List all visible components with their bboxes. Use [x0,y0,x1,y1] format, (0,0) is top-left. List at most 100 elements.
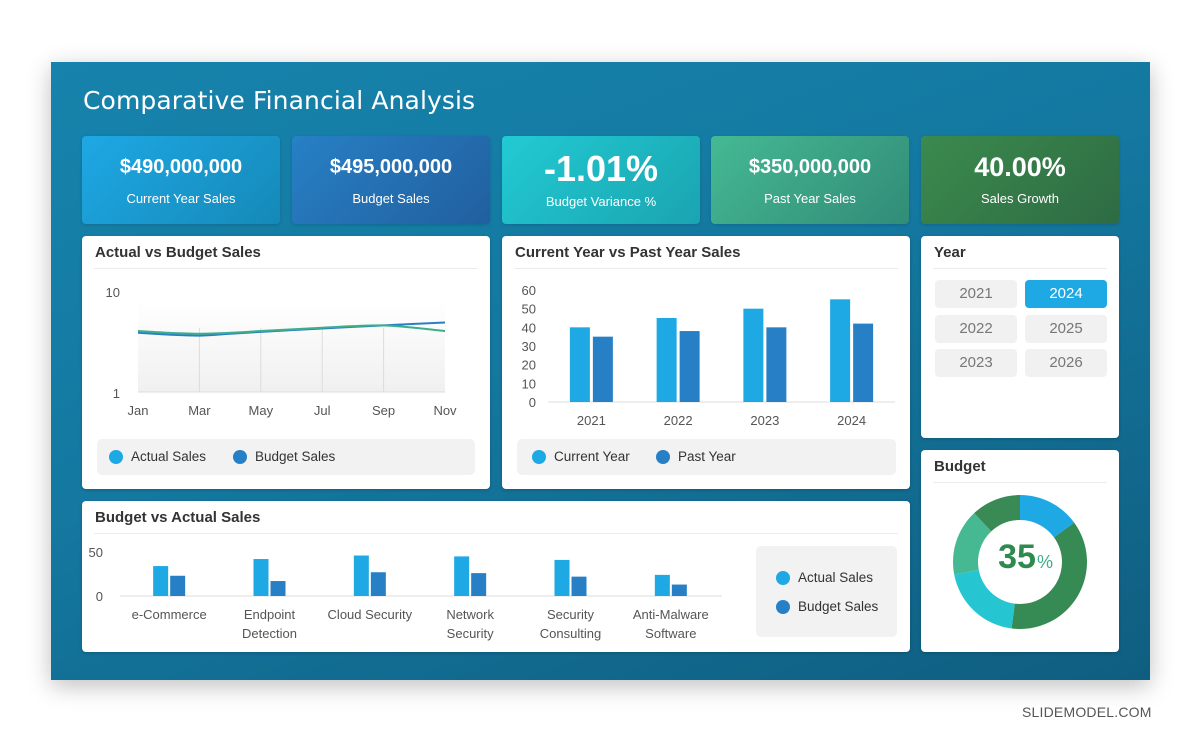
budget-vs-actual-card: Budget vs Actual Sales 0 50 e-Commerce Endp… [82,501,910,652]
x-tick-label: Jan [128,403,149,418]
x-tick-label: Jul [314,403,331,418]
legend-dot-icon [656,449,670,464]
card-title: Current Year vs Past Year Sales [515,244,741,261]
donut-slice [954,569,1015,629]
x-tick-label: 2022 [664,413,693,428]
legend-dot-icon [109,449,123,464]
y-tick-label: 10 [522,376,536,391]
bar-actual-sales [654,574,670,596]
bar-past-year [592,336,613,402]
budget-vs-actual-chart: 0 50 e-Commerce Endpoint Detection Cloud Secu… [89,545,722,641]
bar-budget-sales [170,575,186,596]
x-tick-label: e-Commerce [132,607,207,622]
y-tick-label: 40 [522,320,536,335]
card-title: Budget vs Actual Sales [95,509,261,526]
card-title: Budget [934,458,986,475]
y-tick-label: 0 [529,395,536,410]
year-button-2021[interactable]: 2021 [935,280,1017,308]
x-tick-label: May [249,403,274,418]
kpi-value: -1.01% [543,148,659,189]
budget-card: Budget 35 % [921,450,1119,652]
year-button-2022[interactable]: 2022 [935,315,1017,343]
kpi-label: Budget Variance % [545,194,657,209]
bar-actual-sales [454,556,470,596]
donut-center-value: 35 [998,538,1036,576]
legend-label: Current Year [554,449,630,464]
bar-past-year [853,323,874,402]
y-tick-label: 50 [89,545,103,560]
divider [933,268,1107,269]
actual-vs-budget-card: Actual vs Budget Sales Jan Mar May Jul Sep No… [82,236,490,489]
year-button-2025[interactable]: 2025 [1025,315,1107,343]
y-tick-label: 1 [113,386,120,401]
bar-budget-sales [571,576,587,596]
legend-dot-icon [532,449,546,464]
legend-item-past-year[interactable]: Past Year [656,449,736,464]
budget-vs-actual-legend: Actual Sales Budget Sales [756,546,897,637]
legend-item-current-year[interactable]: Current Year [532,449,630,464]
legend-label: Budget Sales [255,449,336,464]
bar-current-year [569,327,590,402]
kpi-label: Current Year Sales [126,191,236,206]
legend-label: Past Year [678,449,736,464]
kpi-budget-sales: $495,000,000 Budget Sales [292,136,490,224]
legend-item-budget[interactable]: Budget Sales [233,449,335,464]
bar-current-year [743,308,764,402]
year-button-2024[interactable]: 2024 [1025,280,1107,308]
x-tick-label: Sep [372,403,395,418]
bar-current-year [830,299,851,402]
kpi-budget-variance: -1.01% Budget Variance % [502,136,700,224]
legend-item-actual[interactable]: Actual Sales [776,570,873,585]
kpi-sales-growth: 40.00% Sales Growth [921,136,1119,224]
legend-dot-icon [776,599,790,614]
kpi-past-year-sales: $350,000,000 Past Year Sales [711,136,909,224]
kpi-current-year-sales: $490,000,000 Current Year Sales [82,136,280,224]
y-tick-label: 20 [522,358,536,373]
bar-actual-sales [353,555,369,596]
y-tick-label: 0 [96,589,103,604]
y-tick-label: 30 [522,339,536,354]
bar-budget-sales [471,573,487,596]
bar-actual-sales [253,559,269,596]
legend-label: Actual Sales [798,570,874,585]
kpi-value: 40.00% [974,152,1066,182]
donut-center-unit: % [1037,552,1053,572]
kpi-value: $490,000,000 [119,156,243,178]
x-tick-label: Detection [242,626,297,641]
legend-label: Budget Sales [798,599,879,614]
year-button-2023[interactable]: 2023 [935,349,1017,377]
kpi-label: Sales Growth [980,191,1060,206]
legend-dot-icon [776,570,790,585]
y-tick-label: 60 [522,283,536,298]
kpi-value: $495,000,000 [329,156,453,178]
bar-actual-sales [554,559,570,596]
kpi-value: $350,000,000 [748,156,872,178]
x-tick-label: Endpoint [244,607,296,622]
kpi-label: Budget Sales [352,191,430,206]
year-button-2026[interactable]: 2026 [1025,349,1107,377]
bar-budget-sales [370,572,386,596]
x-tick-label: Consulting [540,626,601,641]
x-tick-label: Software [645,626,696,641]
bar-budget-sales [671,584,687,596]
x-tick-label: 2021 [577,413,606,428]
x-tick-label: Anti-Malware [633,607,709,622]
x-tick-label: Mar [188,403,211,418]
legend-item-budget[interactable]: Budget Sales [776,599,878,614]
bar-chart-legend: Current Year Past Year [517,439,896,475]
x-tick-label: Network [446,607,494,622]
x-tick-label: Cloud Security [328,607,413,622]
bar-budget-sales [270,581,286,596]
plot-area [138,300,445,392]
x-tick-label: Security [447,626,494,641]
kpi-label: Past Year Sales [764,191,856,206]
bar-current-year [656,318,677,402]
y-tick-label: 50 [522,302,536,317]
watermark: SLIDEMODEL.COM [1022,704,1152,720]
year-selector-card: Year 2021 2024 2022 2025 2023 2026 [921,236,1119,438]
legend-item-actual[interactable]: Actual Sales [109,449,206,464]
x-tick-label: 2023 [750,413,779,428]
current-vs-past-card: Current Year vs Past Year Sales 0 10 20 30 4… [502,236,910,489]
bar-past-year [679,331,700,402]
donut-chart: 35 % [953,495,1087,629]
